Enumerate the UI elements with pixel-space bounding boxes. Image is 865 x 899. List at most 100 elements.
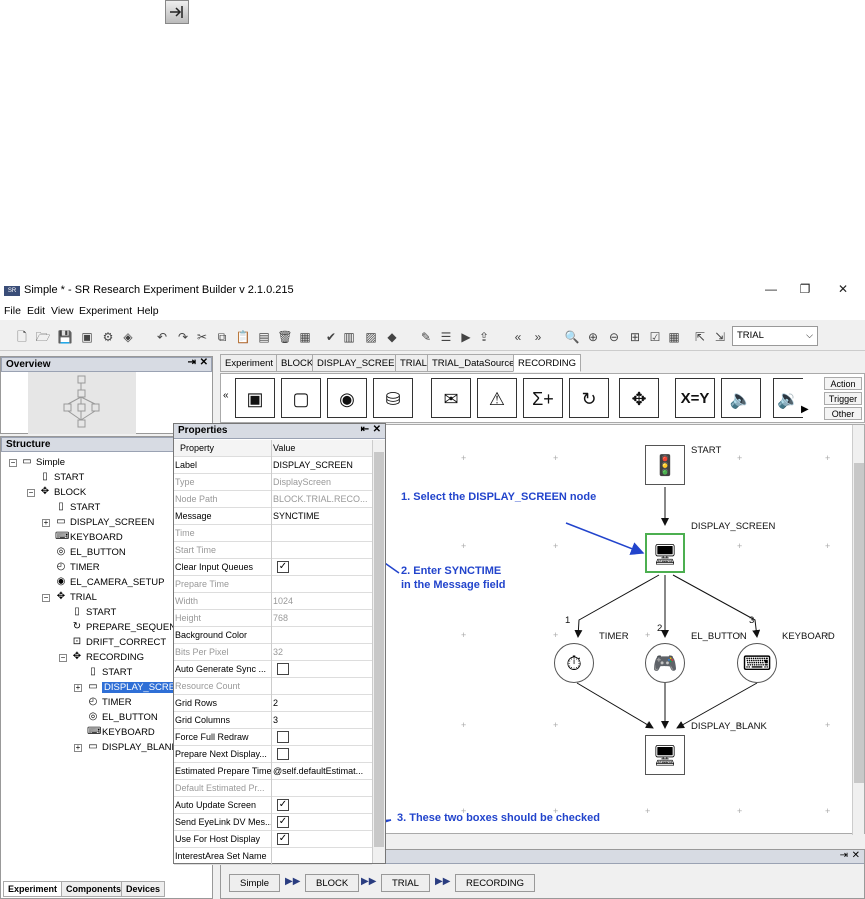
property-row[interactable]: Prepare Time	[174, 576, 372, 593]
tree-item-drift-correct[interactable]: ⊡ DRIFT_CORRECT	[71, 636, 166, 650]
property-row[interactable]: Estimated Prepare Time @self.defaultEstim…	[174, 763, 372, 780]
property-value[interactable]: SYNCTIME	[273, 511, 369, 521]
tab-display-screen[interactable]: DISPLAY_SCREEN	[312, 354, 407, 372]
menu-edit[interactable]: Edit	[27, 305, 45, 317]
collapse-icon[interactable]: −	[59, 654, 67, 662]
palette-left-arrow-icon[interactable]: «	[223, 390, 229, 401]
open-folder-icon[interactable]: 🗁	[35, 329, 51, 345]
property-row[interactable]: Time	[174, 525, 372, 542]
library-icon[interactable]: ▨	[363, 329, 379, 345]
property-row[interactable]: Grid Columns 3	[174, 712, 372, 729]
display-screen-node-icon[interactable]: ▣	[235, 378, 275, 418]
property-row[interactable]: Clear Input Queues ✓	[174, 559, 372, 576]
tree-item-prepare-sequence[interactable]: ↻ PREPARE_SEQUENCE	[71, 621, 190, 635]
build-icon[interactable]: ⚙	[100, 329, 116, 345]
tree-item-start[interactable]: ▯ START	[55, 501, 100, 515]
sequence-node-icon[interactable]: ✥	[619, 378, 659, 418]
menu-experiment[interactable]: Experiment	[79, 305, 132, 317]
property-value[interactable]: @self.defaultEstimat...	[273, 766, 369, 776]
property-checkbox[interactable]: ✓	[277, 799, 289, 811]
tab-recording[interactable]: RECORDING	[513, 354, 582, 372]
tree-item-simple[interactable]: ▭ Simple	[21, 456, 65, 470]
property-row[interactable]: Resource Count	[174, 678, 372, 695]
package-icon[interactable]: ◈	[120, 329, 136, 345]
deploy-icon[interactable]: ⇪	[476, 329, 492, 345]
menu-file[interactable]: File	[4, 305, 21, 317]
export-icon[interactable]: ⇱	[692, 329, 708, 345]
property-row[interactable]: Bits Per Pixel 32	[174, 644, 372, 661]
grid-icon[interactable]: ⊞	[627, 329, 643, 345]
property-row[interactable]: Node Path BLOCK.TRIAL.RECO...	[174, 491, 372, 508]
timer-node[interactable]: ⏱	[554, 643, 594, 683]
el-button-node[interactable]: 🎮	[645, 643, 685, 683]
property-row[interactable]: Send EyeLink DV Mes... ✓	[174, 814, 372, 831]
close-icon[interactable]: ✕	[200, 357, 208, 368]
tab-trial-datasource[interactable]: TRIAL_DataSource	[427, 354, 520, 372]
tree-item-keyboard[interactable]: ⌨KEYBOARD	[87, 726, 155, 740]
tree-item-display-blank[interactable]: ▭ DISPLAY_BLANK	[87, 741, 178, 755]
paste-icon[interactable]: 📋	[235, 329, 251, 345]
breadcrumb-recording[interactable]: RECORDING	[455, 874, 536, 892]
clean-icon[interactable]: ▦	[297, 329, 313, 345]
collapse-left-icon[interactable]: «	[510, 329, 526, 345]
checklist-icon[interactable]: ☑	[647, 329, 663, 345]
new-file-icon[interactable]: 🗋	[14, 329, 30, 345]
scrollbar-thumb[interactable]	[854, 463, 864, 783]
collapse-icon[interactable]: −	[9, 459, 17, 467]
property-checkbox[interactable]: ✓	[277, 816, 289, 828]
copy-icon[interactable]: ⧉	[214, 329, 230, 345]
close-icon[interactable]: ✕	[828, 282, 858, 298]
zoom-out-icon[interactable]: ⊖	[606, 329, 622, 345]
property-checkbox[interactable]: ✓	[277, 833, 289, 845]
close-icon[interactable]: ✕	[373, 424, 381, 435]
pin-icon[interactable]: ⇤	[361, 424, 369, 435]
undo-icon[interactable]: ↶	[154, 329, 170, 345]
property-value[interactable]: 768	[273, 613, 369, 623]
dock-icon[interactable]: ⇥	[188, 357, 196, 368]
tree-item-el-button[interactable]: ◎ EL_BUTTON	[55, 546, 126, 560]
property-row[interactable]: Default Estimated Pr...	[174, 780, 372, 797]
eyelink-command-node-icon[interactable]: ⚠	[477, 378, 517, 418]
display-blank-node[interactable]: 🖥	[645, 735, 685, 775]
tree-item-timer[interactable]: ◴ TIMER	[87, 696, 132, 710]
property-row[interactable]: Height 768	[174, 610, 372, 627]
property-value[interactable]: DISPLAY_SCREEN	[273, 460, 369, 470]
update-attribute-node-icon[interactable]: X=Y	[675, 378, 715, 418]
accumulator-node-icon[interactable]: Σ+	[523, 378, 563, 418]
tab-experiment[interactable]: Experiment	[220, 354, 279, 372]
paste-special-icon[interactable]: ▤	[256, 329, 272, 345]
move-to-end-icon[interactable]	[165, 0, 189, 24]
menu-view[interactable]: View	[51, 305, 74, 317]
palette-trigger-tab[interactable]: Trigger	[824, 392, 862, 405]
cut-icon[interactable]: ✂	[194, 329, 210, 345]
expand-icon[interactable]: +	[74, 744, 82, 752]
canvas-scrollbar[interactable]	[852, 425, 864, 835]
node-select[interactable]: TRIAL ⌵	[732, 326, 818, 346]
property-value[interactable]: 2	[273, 698, 369, 708]
menu-help[interactable]: Help	[137, 305, 159, 317]
preferences-icon[interactable]: ☰	[438, 329, 454, 345]
import-icon[interactable]: ⇲	[712, 329, 728, 345]
start-node[interactable]: 🚦	[645, 445, 685, 485]
property-row[interactable]: Prepare Next Display...	[174, 746, 372, 763]
property-row[interactable]: Start Time	[174, 542, 372, 559]
property-value[interactable]: BLOCK.TRIAL.RECO...	[273, 494, 369, 504]
chart-icon[interactable]: ▥	[341, 329, 357, 345]
overview-thumbnail[interactable]	[28, 372, 136, 434]
property-row[interactable]: Force Full Redraw	[174, 729, 372, 746]
property-checkbox[interactable]	[277, 748, 289, 760]
close-icon[interactable]: ✕	[852, 850, 860, 861]
property-row[interactable]: Grid Rows 2	[174, 695, 372, 712]
redo-icon[interactable]: ↷	[175, 329, 191, 345]
loop-node-icon[interactable]: ↻	[569, 378, 609, 418]
zoom-in-icon[interactable]: ⊕	[585, 329, 601, 345]
property-row[interactable]: Type DisplayScreen	[174, 474, 372, 491]
palette-action-tab[interactable]: Action	[824, 377, 862, 390]
maximize-icon[interactable]: ❐	[790, 282, 820, 298]
check-icon[interactable]: ✔	[323, 329, 339, 345]
collapse-icon[interactable]: −	[42, 594, 50, 602]
scrollbar-thumb[interactable]	[374, 452, 384, 847]
tree-item-start[interactable]: ▯ START	[39, 471, 84, 485]
save-as-icon[interactable]: ▣	[79, 329, 95, 345]
play-sound-node-icon[interactable]: 🔈	[721, 378, 761, 418]
